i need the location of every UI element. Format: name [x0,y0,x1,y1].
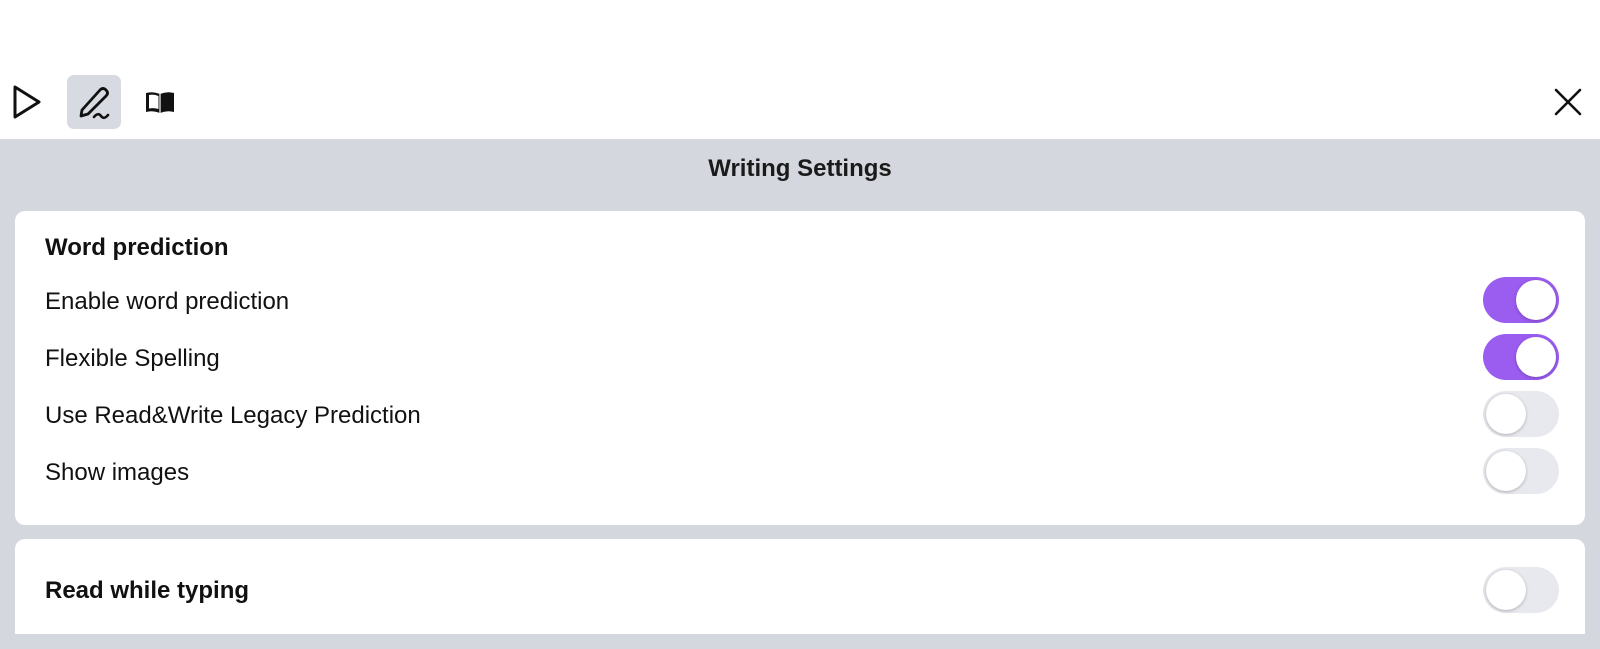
setting-label: Use Read&Write Legacy Prediction [45,402,421,429]
play-button[interactable] [0,75,54,129]
setting-label: Flexible Spelling [45,345,220,372]
toggle-knob [1486,394,1526,434]
play-icon [11,84,43,120]
toggle-knob [1516,337,1556,377]
legacy-prediction-toggle[interactable] [1483,391,1559,437]
setting-label: Show images [45,459,190,486]
toggle-knob [1516,280,1556,320]
read-while-typing-card: Read while typing [15,539,1585,634]
close-button[interactable] [1541,75,1595,129]
writing-settings-panel: Writing Settings Word prediction Enable … [0,139,1600,649]
read-while-typing-label: Read while typing [45,577,250,604]
book-icon [143,88,177,116]
reading-tool-button[interactable] [133,75,187,129]
enable-word-prediction-toggle[interactable] [1483,277,1559,323]
read-while-typing-toggle[interactable] [1483,567,1559,613]
word-prediction-card: Word prediction Enable word prediction F… [15,211,1585,525]
toolbar [0,0,1600,139]
pen-icon [74,82,114,122]
close-icon [1553,87,1583,117]
word-prediction-title: Word prediction [45,234,229,261]
flexible-spelling-toggle[interactable] [1483,334,1559,380]
setting-label: Enable word prediction [45,288,290,315]
show-images-toggle[interactable] [1483,448,1559,494]
panel-title: Writing Settings [708,155,892,182]
writing-tool-button[interactable] [67,75,121,129]
toggle-knob [1486,570,1526,610]
toggle-knob [1486,451,1526,491]
